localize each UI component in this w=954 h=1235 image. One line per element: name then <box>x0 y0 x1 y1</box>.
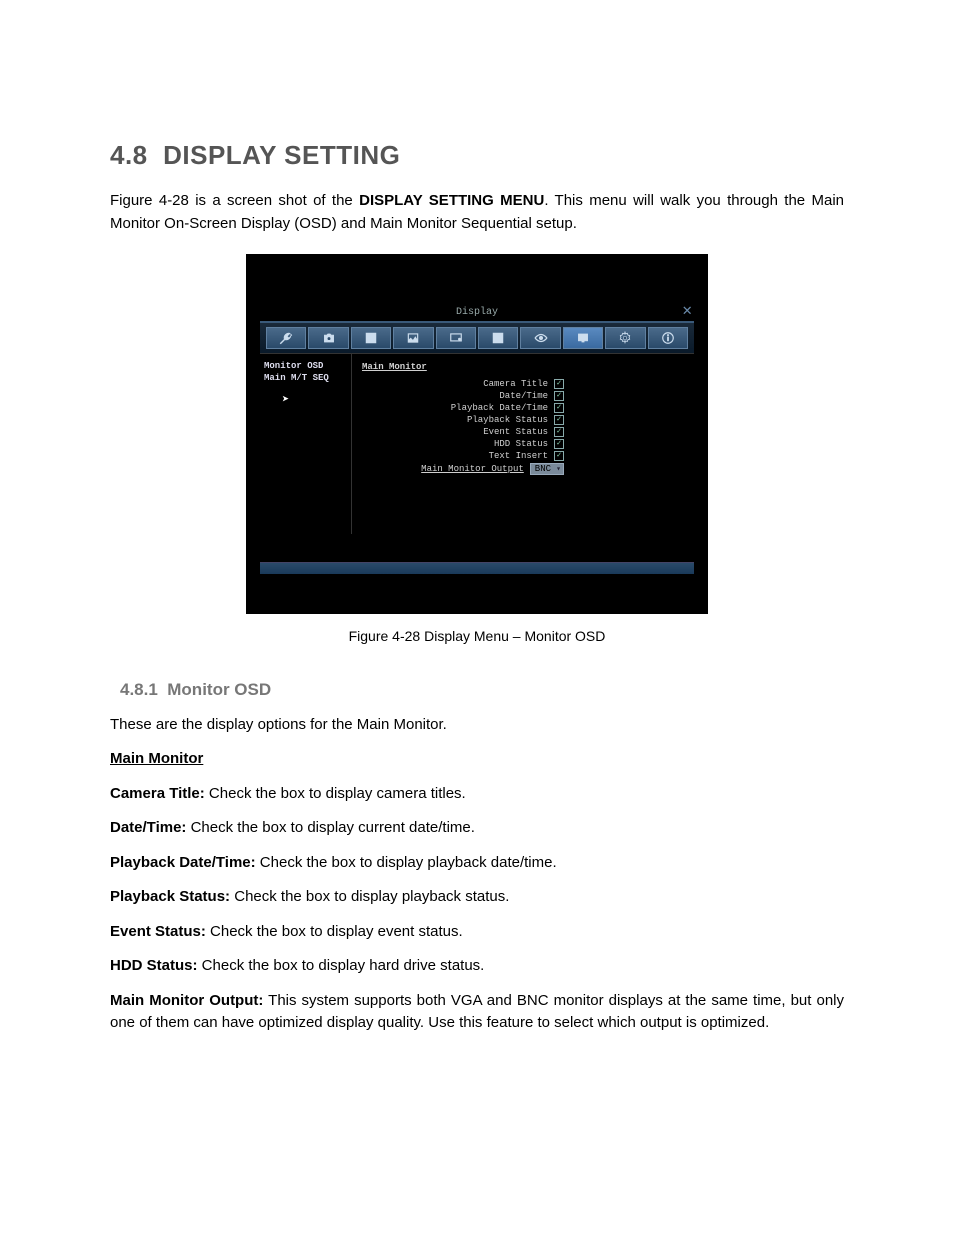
option-label: Main Monitor Output: <box>110 992 263 1009</box>
sidebar-item-monitor-osd[interactable]: Monitor OSD <box>264 360 347 372</box>
option-row: Camera Title: Check the box to display c… <box>110 783 844 806</box>
sidebar: Monitor OSD Main M/T SEQ ➤ <box>260 354 352 534</box>
settings-panel: Main Monitor Camera Title ✓ Date/Time ✓ Pl… <box>352 354 694 534</box>
row-label: Date/Time <box>499 391 548 401</box>
row-label: Playback Status <box>467 415 548 425</box>
toolbar <box>260 323 694 354</box>
grid-icon[interactable] <box>351 327 391 349</box>
row-label: Camera Title <box>483 379 548 389</box>
checkbox-playback-date-time[interactable]: ✓ <box>554 403 564 413</box>
option-label: Playback Status: <box>110 888 230 905</box>
window-title: Display <box>456 307 498 318</box>
eye-icon[interactable] <box>520 327 560 349</box>
subsection-title-text: Monitor OSD <box>167 680 271 699</box>
section-intro: Figure 4-28 is a screen shot of the DISP… <box>110 189 844 236</box>
cursor-icon: ➤ <box>282 392 347 407</box>
wrench-icon[interactable] <box>266 327 306 349</box>
checkbox-hdd-status[interactable]: ✓ <box>554 439 564 449</box>
option-text: Check the box to display playback status… <box>230 888 509 905</box>
display-icon[interactable] <box>563 327 603 349</box>
section-number: 4.8 <box>110 140 148 170</box>
row-label: Event Status <box>483 427 548 437</box>
checkbox-date-time[interactable]: ✓ <box>554 391 564 401</box>
subsection-intro: These are the display options for the Ma… <box>110 714 844 737</box>
option-label: Event Status: <box>110 923 206 940</box>
option-text: Check the box to display event status. <box>206 923 463 940</box>
option-label: Date/Time: <box>110 819 186 836</box>
status-bar <box>260 562 694 574</box>
checkbox-camera-title[interactable]: ✓ <box>554 379 564 389</box>
dvr-screenshot: Display ✕ Monitor OSD Main M/T SEQ <box>246 254 708 614</box>
option-row: Playback Date/Time: Check the box to dis… <box>110 852 844 875</box>
image-icon[interactable] <box>393 327 433 349</box>
option-row: Playback Status: Check the box to displa… <box>110 886 844 909</box>
option-text: Check the box to display playback date/t… <box>256 854 557 871</box>
group-heading: Main Monitor <box>110 750 203 767</box>
option-row: Date/Time: Check the box to display curr… <box>110 817 844 840</box>
layout-icon[interactable] <box>478 327 518 349</box>
option-row: Event Status: Check the box to display e… <box>110 921 844 944</box>
option-text: Check the box to display camera titles. <box>205 785 466 802</box>
section-title-text: DISPLAY SETTING <box>163 140 400 170</box>
window-titlebar: Display ✕ <box>260 304 694 323</box>
row-label-output: Main Monitor Output <box>421 464 524 474</box>
monitor-icon[interactable] <box>436 327 476 349</box>
row-label: HDD Status <box>494 439 548 449</box>
main-monitor-output-select[interactable]: BNC <box>530 463 564 475</box>
figure-caption: Figure 4-28 Display Menu – Monitor OSD <box>110 628 844 644</box>
sidebar-item-main-mt-seq[interactable]: Main M/T SEQ <box>264 372 347 384</box>
row-label: Playback Date/Time <box>451 403 548 413</box>
option-text: Check the box to display current date/ti… <box>186 819 474 836</box>
checkbox-playback-status[interactable]: ✓ <box>554 415 564 425</box>
camera-icon[interactable] <box>308 327 348 349</box>
panel-heading: Main Monitor <box>362 362 684 372</box>
subsection-heading: 4.8.1 Monitor OSD <box>120 680 844 700</box>
option-row: Main Monitor Output: This system support… <box>110 990 844 1035</box>
section-heading: 4.8 DISPLAY SETTING <box>110 140 844 171</box>
option-label: HDD Status: <box>110 957 198 974</box>
row-label: Text Insert <box>489 451 548 461</box>
option-row: HDD Status: Check the box to display har… <box>110 955 844 978</box>
close-icon[interactable]: ✕ <box>682 304 692 318</box>
gear-icon[interactable] <box>605 327 645 349</box>
option-label: Camera Title: <box>110 785 205 802</box>
subsection-number: 4.8.1 <box>120 680 158 699</box>
option-label: Playback Date/Time: <box>110 854 256 871</box>
checkbox-text-insert[interactable]: ✓ <box>554 451 564 461</box>
intro-pre: Figure 4-28 is a screen shot of the <box>110 192 359 209</box>
option-text: Check the box to display hard drive stat… <box>198 957 485 974</box>
info-icon[interactable] <box>648 327 688 349</box>
checkbox-event-status[interactable]: ✓ <box>554 427 564 437</box>
intro-bold: DISPLAY SETTING MENU <box>359 192 544 209</box>
